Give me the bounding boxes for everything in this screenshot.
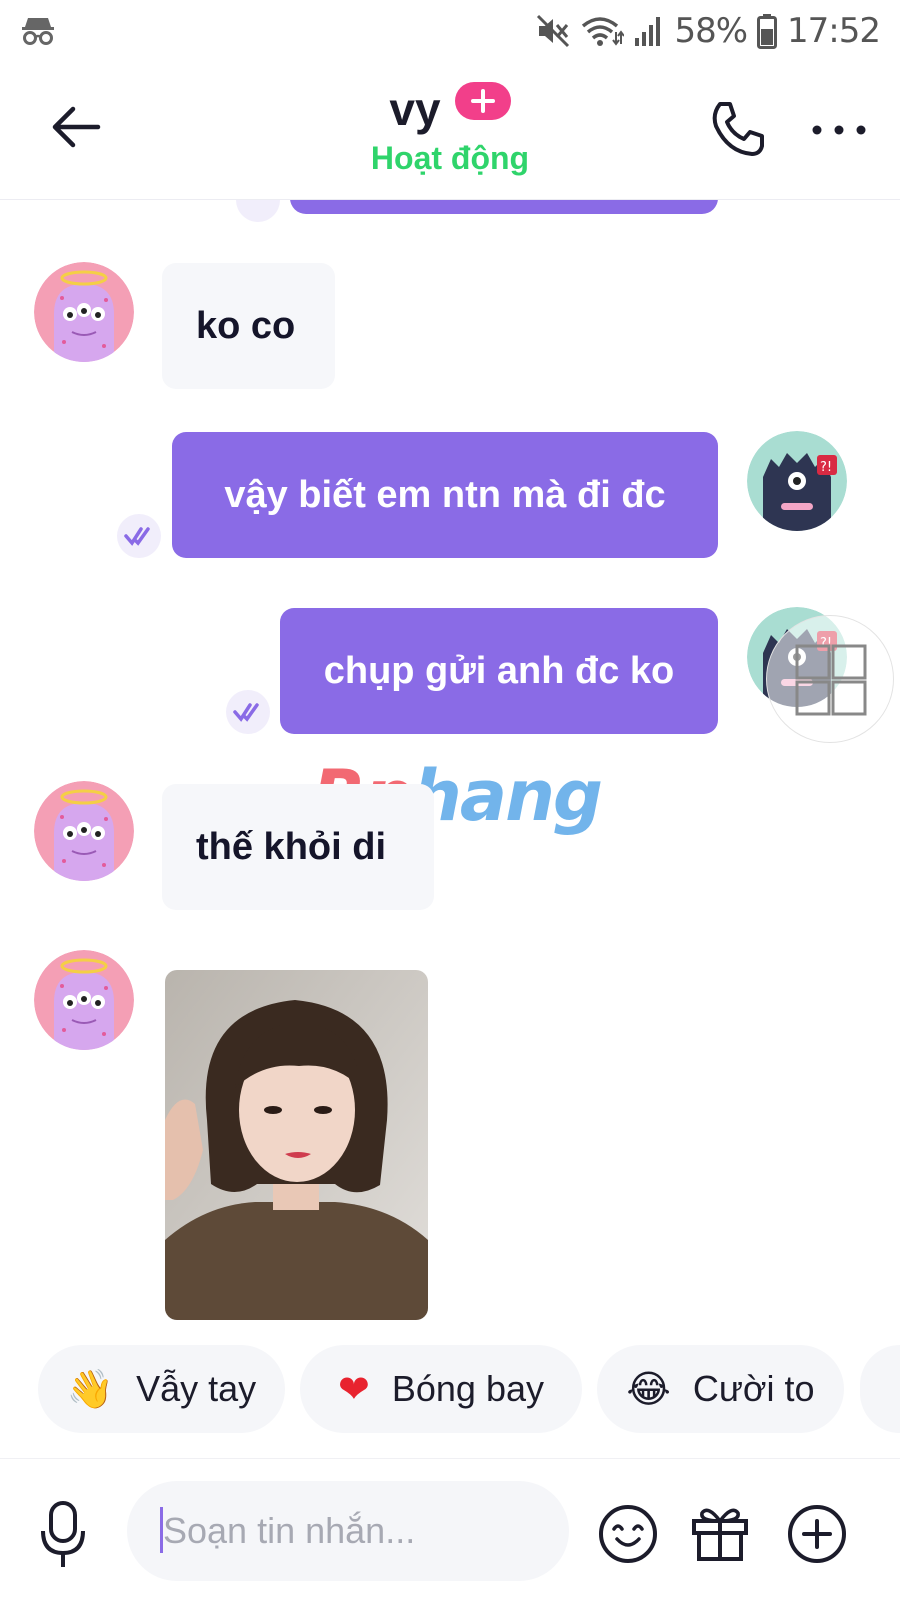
plus-badge-icon xyxy=(454,82,511,120)
more-options-icon[interactable] xyxy=(810,122,868,138)
quick-reaction-bar: 👋 Vẫy tay ❤ Bóng bay 😂 Cười to xyxy=(0,1345,900,1437)
contact-name: vy xyxy=(389,83,441,135)
clock: 17:52 xyxy=(787,11,881,51)
wifi-icon xyxy=(582,17,625,46)
contact-avatar[interactable] xyxy=(34,950,134,1050)
message-bubble[interactable]: chụp gửi anh đc ko xyxy=(280,608,718,734)
floating-screen-widget[interactable] xyxy=(766,615,894,743)
chip-label: Vẫy tay xyxy=(136,1368,257,1409)
chip-label: Cười to xyxy=(692,1368,815,1409)
contact-avatar[interactable] xyxy=(34,781,134,881)
battery-icon xyxy=(757,14,778,49)
wave-icon: 👋 xyxy=(66,1366,115,1411)
status-bar: 58% 17:52 xyxy=(0,0,900,62)
quick-reaction-wave[interactable]: 👋 Vẫy tay xyxy=(38,1345,285,1433)
message-bubble[interactable]: thế khỏi di xyxy=(162,784,434,910)
battery-percent: 58% xyxy=(674,11,748,51)
svg-text:?!: ?! xyxy=(820,460,832,475)
message-photo[interactable] xyxy=(165,970,428,1320)
message-bubble[interactable]: ko co xyxy=(162,263,335,389)
message-text: thế khỏi di xyxy=(196,825,386,868)
message-input[interactable] xyxy=(127,1481,569,1581)
laughing-face-icon: 😂 xyxy=(626,1367,671,1411)
emoji-icon[interactable] xyxy=(597,1503,659,1565)
message-composer xyxy=(0,1458,900,1600)
incognito-icon xyxy=(22,18,54,45)
message-list[interactable]: ko co vậy biết em ntn mà đi đc ?! chụp g… xyxy=(0,200,900,1345)
my-avatar[interactable]: ?! xyxy=(747,431,847,531)
message-bubble[interactable]: vậy biết em ntn mà đi đc xyxy=(172,432,718,558)
signal-icon xyxy=(635,17,661,46)
read-receipt-icon xyxy=(226,690,270,734)
message-text: chụp gửi anh đc ko xyxy=(323,649,675,692)
grid-icon xyxy=(795,644,867,716)
heart-icon: ❤ xyxy=(338,1367,370,1411)
quick-reaction-more[interactable] xyxy=(860,1345,900,1433)
quick-reaction-laugh[interactable]: 😂 Cười to xyxy=(597,1345,844,1433)
mute-icon xyxy=(537,14,570,48)
microphone-icon[interactable] xyxy=(38,1499,88,1569)
chat-header: vy Hoạt động xyxy=(0,62,900,200)
message-text: ko co xyxy=(196,304,296,347)
text-cursor xyxy=(160,1507,163,1553)
status-icons: 58% 17:52 xyxy=(536,8,881,54)
chip-label: Bóng bay xyxy=(391,1368,544,1409)
gift-icon[interactable] xyxy=(690,1501,750,1563)
quick-reaction-balloon[interactable]: ❤ Bóng bay xyxy=(300,1345,582,1433)
message-text: vậy biết em ntn mà đi đc xyxy=(224,473,666,516)
contact-avatar[interactable] xyxy=(34,262,134,362)
message-bubble-partial[interactable] xyxy=(290,200,718,214)
phone-icon[interactable] xyxy=(708,100,766,158)
add-icon[interactable] xyxy=(786,1503,848,1565)
read-receipt-icon xyxy=(117,514,161,558)
read-receipt-icon xyxy=(236,200,280,222)
